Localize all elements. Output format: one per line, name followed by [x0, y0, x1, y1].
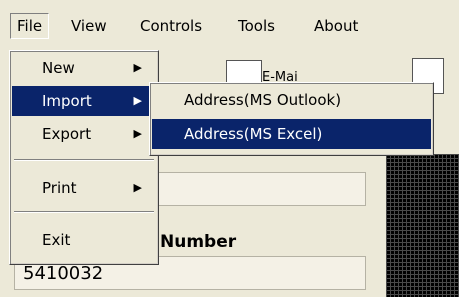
import-submenu: Address(MS Outlook) Address(MS Excel) — [149, 82, 434, 156]
menu-item-print-label: Print — [42, 179, 77, 197]
submenu-arrow-icon: ▶ — [133, 181, 142, 194]
menu-item-export-label: Export — [42, 125, 92, 143]
menu-item-import-excel-label: Address(MS Excel) — [184, 125, 323, 143]
menu-item-import-label: Import — [42, 92, 92, 110]
menu-item-import-excel[interactable]: Address(MS Excel) — [152, 119, 431, 149]
number-label: Number — [160, 232, 237, 252]
menu-tools[interactable]: Tools — [232, 13, 281, 39]
menu-bar: File View Controls Tools About — [0, 0, 459, 50]
menu-item-exit-label: Exit — [42, 231, 71, 249]
file-menu: New ▶ Import ▶ Export ▶ Print ▶ Exit — [9, 50, 159, 265]
menu-item-new-label: New — [42, 59, 75, 77]
menu-item-exit[interactable]: Exit — [12, 225, 156, 255]
menu-controls[interactable]: Controls — [134, 13, 208, 39]
menu-item-import-outlook[interactable]: Address(MS Outlook) — [152, 85, 431, 115]
menu-item-export[interactable]: Export ▶ — [12, 119, 156, 149]
submenu-arrow-icon: ▶ — [133, 94, 142, 107]
menu-view[interactable]: View — [65, 13, 113, 39]
menu-item-print[interactable]: Print ▶ — [12, 173, 156, 203]
menu-item-import-outlook-label: Address(MS Outlook) — [184, 91, 342, 109]
menu-item-new[interactable]: New ▶ — [12, 53, 156, 83]
submenu-arrow-icon: ▶ — [133, 127, 142, 140]
menu-item-import[interactable]: Import ▶ — [12, 86, 156, 116]
menu-file[interactable]: File — [10, 13, 50, 39]
menu-separator — [14, 211, 154, 213]
submenu-arrow-icon: ▶ — [133, 61, 142, 74]
menu-separator — [14, 159, 154, 161]
grid-area — [386, 154, 459, 297]
menu-about[interactable]: About — [308, 13, 364, 39]
